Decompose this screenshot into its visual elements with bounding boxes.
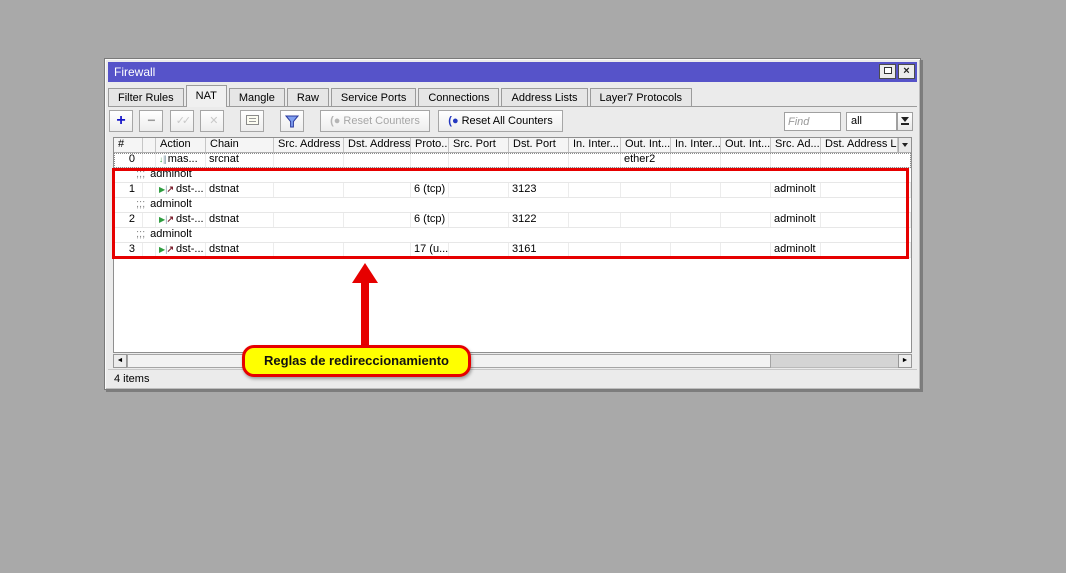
column-header-flags bbox=[143, 138, 156, 152]
reset-counters-button[interactable]: (●Reset Counters bbox=[320, 110, 430, 132]
nat-rules-table: # Action Chain Src. Address Dst. Address… bbox=[113, 137, 912, 353]
column-header-src-address-list: Src. Ad... bbox=[771, 138, 821, 152]
table-row-0[interactable]: 0 ↓||mas... srcnat ether2 bbox=[114, 153, 911, 168]
scrollbar-track[interactable] bbox=[771, 354, 898, 368]
action-label: dst-... bbox=[176, 213, 204, 225]
find-input[interactable] bbox=[784, 112, 841, 131]
column-header-in-interface-list: In. Inter... bbox=[671, 138, 721, 152]
items-count: 4 items bbox=[114, 373, 149, 385]
comment-prefix: ;;; bbox=[136, 228, 145, 240]
toolbar: + − ✓✓ ✕ (●Reset Counters (●Reset All Co… bbox=[109, 110, 916, 134]
action-label: mas... bbox=[168, 153, 198, 165]
reset-all-counters-button[interactable]: (●Reset All Counters bbox=[438, 110, 562, 132]
scroll-right-button[interactable]: ► bbox=[898, 354, 912, 368]
comment-text: adminolt bbox=[150, 228, 192, 240]
column-header-out-interface-list: Out. Int... bbox=[721, 138, 771, 152]
disable-button[interactable]: ✕ bbox=[200, 110, 224, 132]
maximize-icon bbox=[884, 67, 892, 74]
firewall-window: Firewall × Filter Rules NAT Mangle Raw S… bbox=[104, 58, 921, 390]
disable-icon: ✕ bbox=[209, 115, 215, 127]
close-icon: × bbox=[903, 65, 909, 77]
filter-button[interactable] bbox=[280, 110, 304, 132]
table-header: # Action Chain Src. Address Dst. Address… bbox=[114, 138, 911, 153]
plus-icon: + bbox=[116, 112, 125, 129]
tab-layer7-protocols[interactable]: Layer7 Protocols bbox=[590, 88, 693, 107]
column-header-in-interface: In. Inter... bbox=[569, 138, 621, 152]
tab-connections[interactable]: Connections bbox=[418, 88, 499, 107]
annotation-arrow-shaft bbox=[361, 281, 369, 346]
column-header-dst-port: Dst. Port bbox=[509, 138, 569, 152]
column-header-chain: Chain bbox=[206, 138, 274, 152]
titlebar[interactable]: Firewall × bbox=[108, 62, 917, 82]
column-header-action: Action bbox=[156, 138, 206, 152]
column-header-dst-address: Dst. Address bbox=[344, 138, 411, 152]
column-header-protocol: Proto... bbox=[411, 138, 449, 152]
window-title: Firewall bbox=[114, 65, 155, 79]
comment-prefix: ;;; bbox=[136, 168, 145, 180]
scroll-left-button[interactable]: ◄ bbox=[113, 354, 127, 368]
column-header-out-interface: Out. Int... bbox=[621, 138, 671, 152]
action-label: dst-... bbox=[176, 183, 204, 195]
comment-row[interactable]: ;;; adminolt bbox=[114, 168, 911, 183]
dst-nat-icon: ▶|↗ bbox=[159, 183, 174, 196]
horizontal-scrollbar: ◄ ► bbox=[113, 354, 912, 368]
add-button[interactable]: + bbox=[109, 110, 133, 132]
tab-nat[interactable]: NAT bbox=[186, 85, 227, 107]
scroll-left-icon: ◄ bbox=[117, 357, 124, 364]
filter-icon bbox=[285, 115, 299, 129]
chevron-down-icon bbox=[901, 117, 909, 122]
comment-button[interactable] bbox=[240, 110, 264, 132]
comment-icon bbox=[246, 115, 259, 125]
comment-text: adminolt bbox=[150, 198, 192, 210]
comment-row[interactable]: ;;; adminolt bbox=[114, 228, 911, 243]
enable-button[interactable]: ✓✓ bbox=[170, 110, 194, 132]
comment-text: adminolt bbox=[150, 168, 192, 180]
table-row-3[interactable]: 3 ▶|↗dst-... dstnat 17 (u... 3161 admino… bbox=[114, 243, 911, 258]
table-row-2[interactable]: 2 ▶|↗dst-... dstnat 6 (tcp) 3122 adminol… bbox=[114, 213, 911, 228]
column-options-button[interactable] bbox=[898, 138, 911, 152]
close-button[interactable]: × bbox=[898, 64, 915, 79]
dst-nat-icon: ▶|↗ bbox=[159, 243, 174, 256]
annotation-callout: Reglas de redireccionamiento bbox=[242, 345, 471, 377]
column-header-dst-address-list: Dst. Address Lis... bbox=[821, 138, 898, 152]
minus-icon: − bbox=[147, 112, 155, 128]
column-header-src-port: Src. Port bbox=[449, 138, 509, 152]
tab-filter-rules[interactable]: Filter Rules bbox=[108, 88, 184, 107]
status-bar: 4 items bbox=[108, 369, 917, 388]
tab-address-lists[interactable]: Address Lists bbox=[501, 88, 587, 107]
comment-row[interactable]: ;;; adminolt bbox=[114, 198, 911, 213]
column-header-number: # bbox=[114, 138, 143, 152]
maximize-button[interactable] bbox=[879, 64, 896, 79]
table-row-1[interactable]: 1 ▶|↗dst-... dstnat 6 (tcp) 3123 adminol… bbox=[114, 183, 911, 198]
scroll-right-icon: ► bbox=[902, 357, 909, 364]
reset-counters-icon: (● bbox=[330, 115, 340, 127]
dst-nat-icon: ▶|↗ bbox=[159, 213, 174, 226]
tab-raw[interactable]: Raw bbox=[287, 88, 329, 107]
reset-all-counters-icon: (● bbox=[448, 115, 458, 127]
action-label: dst-... bbox=[176, 243, 204, 255]
remove-button[interactable]: − bbox=[139, 110, 163, 132]
tab-mangle[interactable]: Mangle bbox=[229, 88, 285, 107]
column-header-src-address: Src. Address bbox=[274, 138, 344, 152]
tab-service-ports[interactable]: Service Ports bbox=[331, 88, 416, 107]
masquerade-icon: ↓|| bbox=[159, 153, 166, 166]
chevron-down-icon bbox=[902, 143, 908, 147]
comment-prefix: ;;; bbox=[136, 198, 145, 210]
tabstrip: Filter Rules NAT Mangle Raw Service Port… bbox=[108, 85, 917, 107]
filter-dropdown[interactable]: all bbox=[846, 112, 897, 131]
enable-icon: ✓✓ bbox=[176, 115, 188, 127]
filter-dropdown-button[interactable] bbox=[897, 112, 913, 131]
annotation-arrow-head bbox=[352, 263, 378, 283]
